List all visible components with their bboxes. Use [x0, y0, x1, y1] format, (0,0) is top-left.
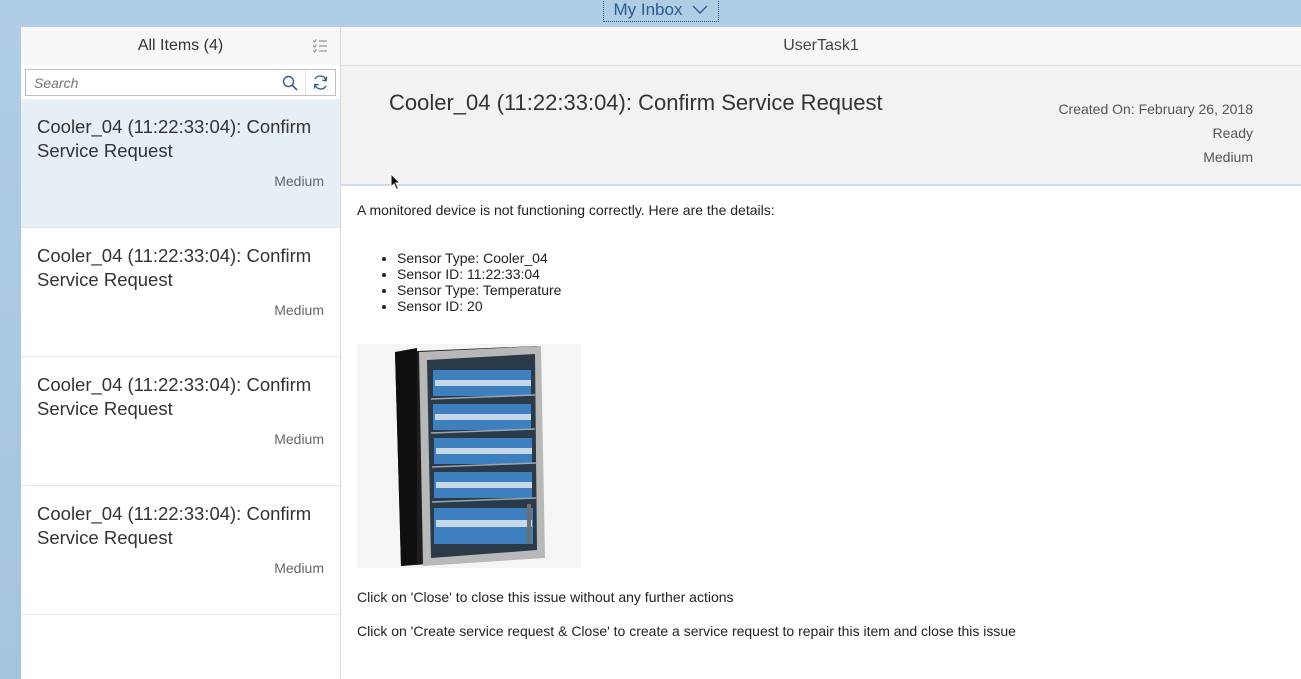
- list-item-priority: Medium: [274, 302, 324, 318]
- priority-text: Medium: [1203, 149, 1253, 165]
- list-item-title: Cooler_04 (11:22:33:04): Confirm Service…: [37, 116, 312, 161]
- list-item[interactable]: Cooler_04 (11:22:33:04): Confirm Service…: [21, 357, 340, 486]
- filter-list-icon[interactable]: [312, 38, 328, 54]
- instruction-create: Click on 'Create service request & Close…: [357, 623, 1016, 639]
- sensor-detail-item: Sensor ID: 20: [397, 298, 1285, 314]
- task-description: A monitored device is not functioning co…: [341, 186, 1301, 639]
- instruction-close: Click on 'Close' to close this issue wit…: [357, 589, 734, 605]
- detail-header-title: UserTask1: [783, 37, 859, 54]
- list-item[interactable]: Cooler_04 (11:22:33:04): Confirm Service…: [21, 99, 340, 228]
- list-item-priority: Medium: [274, 431, 324, 447]
- list-item-title: Cooler_04 (11:22:33:04): Confirm Service…: [37, 374, 312, 419]
- search-button[interactable]: [275, 70, 305, 95]
- list-item[interactable]: Cooler_04 (11:22:33:04): Confirm Service…: [21, 228, 340, 357]
- task-attributes: Created On: February 26, 2018 Ready Medi…: [1058, 97, 1253, 169]
- master-list-pane: All Items (4) Search Cooler_04 (11:22:33…: [21, 27, 341, 679]
- list-item[interactable]: Cooler_04 (11:22:33:04): Confirm Service…: [21, 486, 340, 615]
- sensor-detail-item: Sensor ID: 11:22:33:04: [397, 266, 1285, 282]
- task-list: Cooler_04 (11:22:33:04): Confirm Service…: [21, 99, 340, 615]
- status-text: Ready: [1212, 125, 1253, 141]
- chevron-down-icon: [692, 5, 708, 14]
- created-on-text: Created On: February 26, 2018: [1058, 101, 1253, 117]
- sensor-detail-item: Sensor Type: Cooler_04: [397, 250, 1285, 266]
- search-icon: [282, 75, 298, 91]
- master-list-title: All Items (4): [137, 37, 224, 54]
- detail-pane: UserTask1 Cooler_04 (11:22:33:04): Confi…: [341, 27, 1301, 679]
- shell-title-button[interactable]: My Inbox: [603, 0, 719, 22]
- search-field: [25, 69, 336, 96]
- beverage-cooler-illustration: [395, 346, 545, 566]
- search-input[interactable]: [26, 70, 275, 95]
- object-header: Cooler_04 (11:22:33:04): Confirm Service…: [341, 66, 1301, 186]
- description-intro: A monitored device is not functioning co…: [357, 202, 775, 218]
- refresh-icon: [313, 75, 328, 90]
- sensor-detail-item: Sensor Type: Temperature: [397, 282, 1285, 298]
- master-list-header: All Items (4): [21, 27, 340, 65]
- list-item-priority: Medium: [274, 173, 324, 189]
- cooler-product-image: [357, 344, 581, 568]
- detail-header: UserTask1: [341, 27, 1301, 66]
- list-item-title: Cooler_04 (11:22:33:04): Confirm Service…: [37, 245, 312, 290]
- refresh-button[interactable]: [305, 70, 335, 95]
- mouse-pointer-icon: [390, 173, 402, 191]
- list-item-priority: Medium: [274, 560, 324, 576]
- sensor-details-list: Sensor Type: Cooler_04 Sensor ID: 11:22:…: [397, 250, 1285, 314]
- list-item-title: Cooler_04 (11:22:33:04): Confirm Service…: [37, 503, 312, 548]
- shell-title-label: My Inbox: [613, 0, 683, 19]
- task-title: Cooler_04 (11:22:33:04): Confirm Service…: [389, 90, 883, 115]
